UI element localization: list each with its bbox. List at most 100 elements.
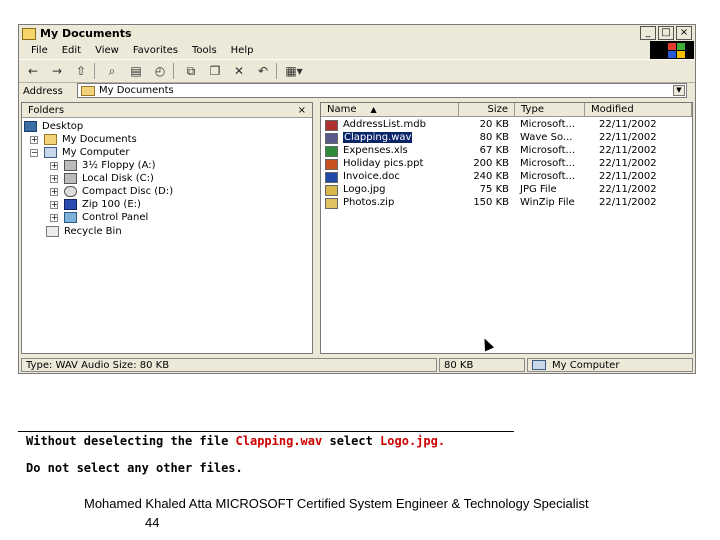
status-zone-text: My Computer <box>552 359 620 371</box>
cd-icon <box>64 186 77 197</box>
status-text: Type: WAV Audio Size: 80 KB <box>26 359 170 371</box>
file-type-icon <box>325 185 338 196</box>
copy-to-icon[interactable]: ❐ <box>205 62 225 80</box>
file-row[interactable]: Expenses.xls 67 KB Microsoft... 22/11/2002 <box>321 145 691 158</box>
column-size[interactable]: Size <box>459 103 515 117</box>
tree-item-desktop[interactable]: Desktop <box>24 120 83 133</box>
tree-label: My Computer <box>62 147 130 158</box>
folders-icon[interactable]: ▤ <box>126 62 146 80</box>
file-modified: 22/11/2002 <box>599 158 657 169</box>
tree-item-control-panel[interactable]: + Control Panel <box>50 211 148 224</box>
page-number: 44 <box>145 515 160 530</box>
maximize-button[interactable]: □ <box>658 26 674 40</box>
toolbar-separator <box>173 63 174 79</box>
menu-tools[interactable]: Tools <box>192 45 217 56</box>
toolbar-separator <box>94 63 95 79</box>
tree-label: Zip 100 (E:) <box>82 199 141 210</box>
expand-icon[interactable]: + <box>50 174 58 183</box>
file-row[interactable]: Photos.zip 150 KB WinZip File 22/11/2002 <box>321 197 691 210</box>
status-size: 80 KB <box>439 358 525 372</box>
tree-item-local-disk[interactable]: + Local Disk (C:) <box>50 172 154 185</box>
column-label: Type <box>521 104 544 115</box>
file-name: Expenses.xls <box>343 145 408 156</box>
tree-label: Local Disk (C:) <box>82 173 154 184</box>
forward-icon[interactable]: → <box>47 62 67 80</box>
window-controls: _ □ × <box>640 26 692 40</box>
file-name: Invoice.doc <box>343 171 400 182</box>
address-bar: Address My Documents ▼ <box>19 82 695 100</box>
menu-bar: File Edit View Favorites Tools Help <box>19 42 695 58</box>
history-icon[interactable]: ◴ <box>150 62 170 80</box>
tree-label: Recycle Bin <box>64 226 122 237</box>
tree-item-recycle-bin[interactable]: Recycle Bin <box>46 225 122 238</box>
instruction-line-1: Without deselecting the file Clapping.wa… <box>26 434 445 448</box>
folder-icon <box>81 85 95 96</box>
address-label: Address <box>23 85 63 97</box>
up-folder-icon[interactable]: ⇧ <box>71 62 91 80</box>
collapse-icon[interactable]: − <box>30 148 38 157</box>
expand-icon[interactable]: + <box>30 135 38 144</box>
menu-file[interactable]: File <box>31 45 48 56</box>
file-size: 67 KB <box>479 145 509 156</box>
views-icon[interactable]: ▦▾ <box>284 62 304 80</box>
address-input[interactable]: My Documents ▼ <box>77 83 687 98</box>
tree-label: Desktop <box>42 121 84 132</box>
tree-item-compact-disc[interactable]: + Compact Disc (D:) <box>50 185 173 198</box>
minimize-button[interactable]: _ <box>640 26 656 40</box>
menu-help[interactable]: Help <box>231 45 254 56</box>
computer-icon <box>44 147 57 158</box>
back-icon[interactable]: ← <box>23 62 43 80</box>
title-bar[interactable]: My Documents _ □ × <box>19 25 695 42</box>
file-type: Microsoft... <box>520 158 576 169</box>
file-row[interactable]: Invoice.doc 240 KB Microsoft... 22/11/2002 <box>321 171 691 184</box>
column-type[interactable]: Type <box>515 103 585 117</box>
pane-splitter[interactable] <box>315 102 318 354</box>
status-size-text: 80 KB <box>444 359 474 371</box>
column-name[interactable]: Name ▲ <box>321 103 459 117</box>
expand-icon[interactable]: + <box>50 187 58 196</box>
folders-pane: Folders × Desktop + My Documents − My Co… <box>21 102 313 354</box>
file-type-icon <box>325 172 338 183</box>
folders-header: Folders × <box>22 103 312 118</box>
floppy-icon <box>64 160 77 171</box>
file-row[interactable]: Clapping.wav 80 KB Wave So... 22/11/2002 <box>321 131 691 145</box>
tree-item-my-documents[interactable]: + My Documents <box>30 133 137 146</box>
close-pane-icon[interactable]: × <box>298 105 306 116</box>
column-label: Name <box>327 104 357 115</box>
file-row[interactable]: Holiday pics.ppt 200 KB Microsoft... 22/11/… <box>321 158 691 171</box>
delete-icon[interactable]: ✕ <box>229 62 249 80</box>
toolbar: ← → ⇧ ⌕ ▤ ◴ ⧉ ❐ ✕ ↶ ▦▾ <box>19 59 695 83</box>
instruction-file-2: Logo.jpg. <box>380 434 446 448</box>
file-row[interactable]: Logo.jpg 75 KB JPG File 22/11/2002 <box>321 184 691 197</box>
file-type: Microsoft... <box>520 171 576 182</box>
toolbar-separator <box>276 63 277 79</box>
zip-drive-icon <box>64 199 77 210</box>
menu-view[interactable]: View <box>95 45 119 56</box>
search-icon[interactable]: ⌕ <box>102 62 122 80</box>
file-size: 240 KB <box>473 171 509 182</box>
expand-icon[interactable]: + <box>50 213 58 222</box>
file-modified: 22/11/2002 <box>599 197 657 208</box>
file-type-icon <box>325 133 338 144</box>
folder-icon <box>44 134 57 145</box>
file-row[interactable]: AddressList.mdb 20 KB Microsoft... 22/11/20… <box>321 119 691 132</box>
tree-item-zip-drive[interactable]: + Zip 100 (E:) <box>50 198 141 211</box>
column-modified[interactable]: Modified <box>585 103 692 117</box>
close-button[interactable]: × <box>676 26 692 40</box>
chevron-down-icon[interactable]: ▼ <box>673 85 685 96</box>
file-size: 20 KB <box>479 119 509 130</box>
tree-item-floppy[interactable]: + 3½ Floppy (A:) <box>50 159 156 172</box>
expand-icon[interactable]: + <box>50 200 58 209</box>
undo-icon[interactable]: ↶ <box>253 62 273 80</box>
windows-logo-icon <box>650 41 694 59</box>
folder-app-icon <box>22 27 36 40</box>
menu-favorites[interactable]: Favorites <box>133 45 178 56</box>
instruction-file-1: Clapping.wav <box>235 434 323 448</box>
expand-icon[interactable]: + <box>50 161 58 170</box>
tree-item-my-computer[interactable]: − My Computer <box>30 146 129 159</box>
move-to-icon[interactable]: ⧉ <box>181 62 201 80</box>
instruction-line-2: Do not select any other files. <box>26 461 243 475</box>
file-size: 80 KB <box>479 132 509 143</box>
window-title: My Documents <box>40 27 132 40</box>
menu-edit[interactable]: Edit <box>62 45 81 56</box>
